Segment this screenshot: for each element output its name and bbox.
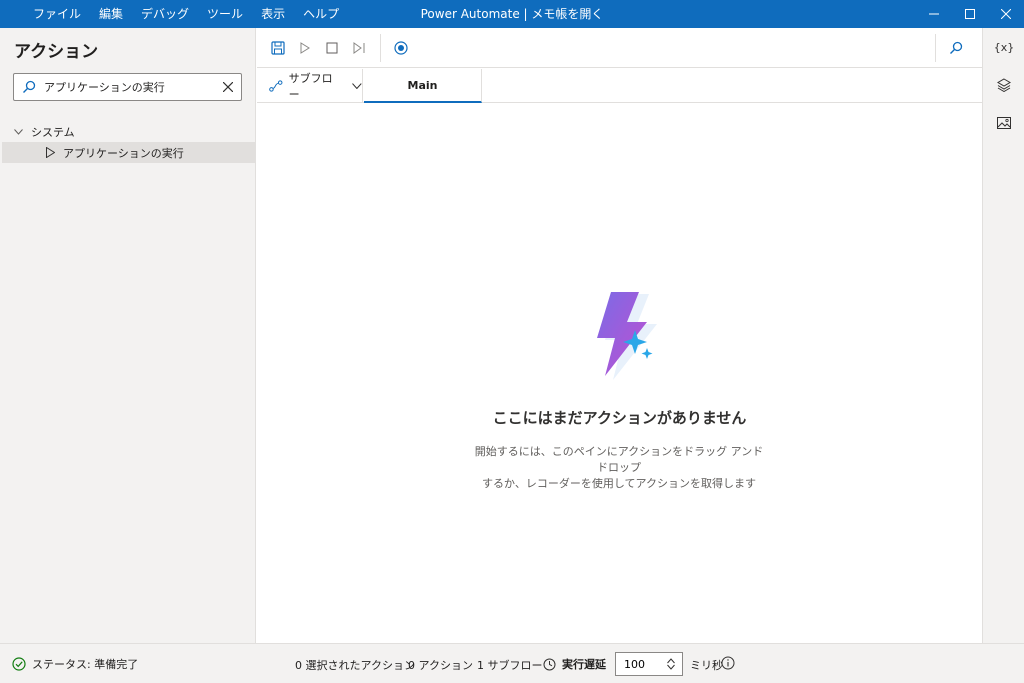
- run-delay-input[interactable]: [616, 657, 662, 671]
- run-delay-stepper[interactable]: [615, 652, 683, 676]
- run-delay-text: 実行遅延: [562, 658, 606, 671]
- run-icon: [300, 42, 310, 54]
- step-icon: [353, 42, 364, 54]
- search-icon: [14, 80, 44, 94]
- close-icon: [223, 82, 233, 92]
- menu-tools[interactable]: ツール: [198, 0, 252, 28]
- toolbar-divider: [380, 34, 381, 62]
- clock-icon: [543, 658, 556, 670]
- run-delay-unit: ミリ秒: [690, 659, 723, 672]
- status-text: ステータス: 準備完了: [32, 658, 139, 671]
- tree-item-run-application[interactable]: アプリケーションの実行: [2, 142, 255, 163]
- chevron-down-icon: [352, 83, 362, 89]
- minimize-button[interactable]: [916, 0, 952, 28]
- save-button[interactable]: [267, 38, 289, 58]
- flow-tabs: サブフロー Main: [257, 69, 982, 103]
- actions-count: 0 アクション: [408, 659, 473, 672]
- subflows-dropdown[interactable]: サブフロー: [257, 69, 363, 103]
- empty-state-title: ここにはまだアクションがありません: [492, 409, 747, 427]
- stop-icon: [326, 42, 338, 54]
- right-rail: {x}: [982, 28, 1024, 643]
- maximize-button[interactable]: [952, 0, 988, 28]
- actions-search-box[interactable]: [13, 73, 242, 101]
- empty-state-description: 開始するには、このペインにアクションをドラッグ アンド ドロップ するか、レコー…: [469, 444, 769, 492]
- layers-icon: [997, 78, 1011, 92]
- run-next-action-button[interactable]: [348, 38, 370, 58]
- empty-state-line-1: 開始するには、このペインにアクションをドラッグ アンド ドロップ: [474, 445, 764, 474]
- title-bar: ファイル 編集 デバッグ ツール 表示 ヘルプ Power Automate |…: [0, 0, 1024, 28]
- tab-main[interactable]: Main: [364, 69, 482, 103]
- record-icon: [394, 41, 408, 55]
- lightning-sparkle-icon: [597, 292, 657, 380]
- stop-button[interactable]: [321, 38, 343, 58]
- search-icon: [950, 41, 963, 54]
- menu-file[interactable]: ファイル: [24, 0, 90, 28]
- image-icon: [997, 117, 1011, 129]
- subflows-label: サブフロー: [288, 72, 333, 101]
- actions-search-input[interactable]: [44, 80, 215, 94]
- actions-panel: アクション システム アプリケーションの実行: [0, 28, 256, 643]
- menu-edit[interactable]: 編集: [90, 0, 132, 28]
- info-button[interactable]: [721, 656, 735, 673]
- stepper-arrows[interactable]: [662, 658, 680, 670]
- run-button[interactable]: [294, 38, 316, 58]
- close-window-button[interactable]: [988, 0, 1024, 28]
- actions-panel-title: アクション: [14, 42, 99, 62]
- play-icon: [46, 147, 55, 158]
- subflow-icon: [269, 80, 283, 92]
- menu-debug[interactable]: デバッグ: [132, 0, 198, 28]
- empty-state-line-2: するか、レコーダーを使用してアクションを取得します: [482, 477, 756, 490]
- check-circle-icon: [12, 657, 26, 671]
- close-icon: [1001, 9, 1011, 19]
- menu-view[interactable]: 表示: [252, 0, 294, 28]
- search-canvas-button[interactable]: [945, 38, 967, 58]
- maximize-icon: [965, 9, 975, 19]
- designer-toolbar: [257, 28, 982, 68]
- minimize-icon: [929, 13, 939, 15]
- status-indicator: ステータス: 準備完了: [12, 656, 138, 672]
- subflows-count: 1 サブフロー: [477, 659, 543, 672]
- status-bar: ステータス: 準備完了 0 選択されたアクション 0 アクション 1 サブフロー…: [0, 643, 1024, 683]
- run-delay-label: 実行遅延: [543, 656, 606, 672]
- clear-search-button[interactable]: [215, 82, 241, 92]
- tree-group-system[interactable]: システム: [14, 124, 75, 140]
- recorder-button[interactable]: [390, 38, 412, 58]
- chevron-down-icon: [14, 129, 23, 135]
- tree-group-label: システム: [31, 126, 75, 139]
- flow-canvas[interactable]: ここにはまだアクションがありません 開始するには、このペインにアクションをドラッ…: [257, 104, 982, 643]
- info-icon: [721, 656, 735, 670]
- ui-elements-button[interactable]: [991, 74, 1017, 96]
- window-controls: [916, 0, 1024, 28]
- images-button[interactable]: [991, 112, 1017, 134]
- menu-bar: ファイル 編集 デバッグ ツール 表示 ヘルプ: [0, 0, 348, 28]
- chevron-down-icon[interactable]: [667, 664, 675, 670]
- menu-help[interactable]: ヘルプ: [294, 0, 348, 28]
- toolbar-divider: [935, 34, 936, 62]
- variables-icon: {x}: [993, 40, 1015, 54]
- selected-actions-count: 0 選択されたアクション: [295, 659, 415, 672]
- variables-button[interactable]: {x}: [991, 36, 1017, 58]
- save-icon: [271, 41, 285, 55]
- tree-item-label: アプリケーションの実行: [63, 146, 184, 160]
